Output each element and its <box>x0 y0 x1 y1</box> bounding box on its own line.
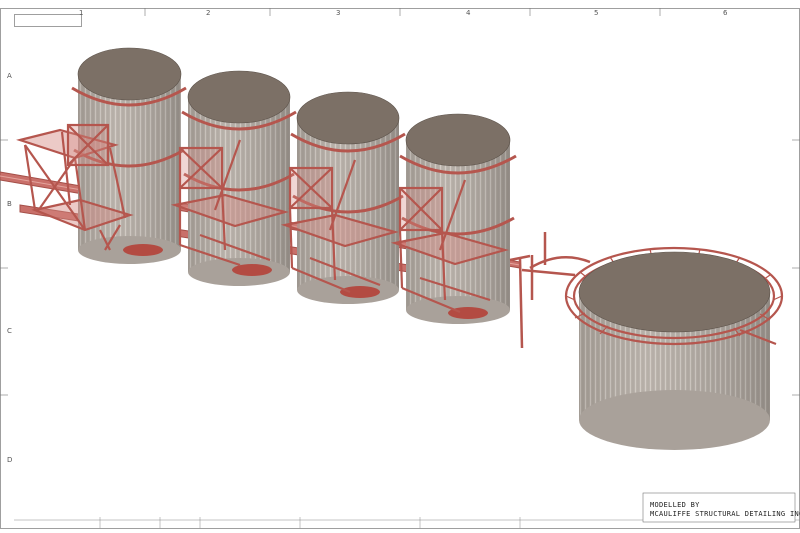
row-label-a: A <box>7 72 12 80</box>
column-grid <box>144 8 661 16</box>
column-label-5: 5 <box>594 9 598 17</box>
row-label-b: B <box>7 200 12 208</box>
row-label-d: D <box>7 456 12 464</box>
credit-line-1: MODELLED BY <box>650 501 700 509</box>
column-label-1: 1 <box>79 9 83 17</box>
column-label-3: 3 <box>336 9 340 17</box>
large-tank-roof <box>578 251 771 333</box>
row-label-c: C <box>7 327 12 335</box>
pipe-rack <box>509 232 591 349</box>
drawing-sheet: 1 2 3 4 5 6 A B C D MODELLED BY MCAULIFF… <box>0 8 800 529</box>
credit-line-2: MCAULIFFE STRUCTURAL DETAILING INC. <box>650 510 800 518</box>
title-block: MODELLED BY MCAULIFFE STRUCTURAL DETAILI… <box>642 492 800 523</box>
column-label-4: 4 <box>466 9 471 17</box>
column-label-2: 2 <box>206 9 210 17</box>
column-label-6: 6 <box>723 9 728 17</box>
